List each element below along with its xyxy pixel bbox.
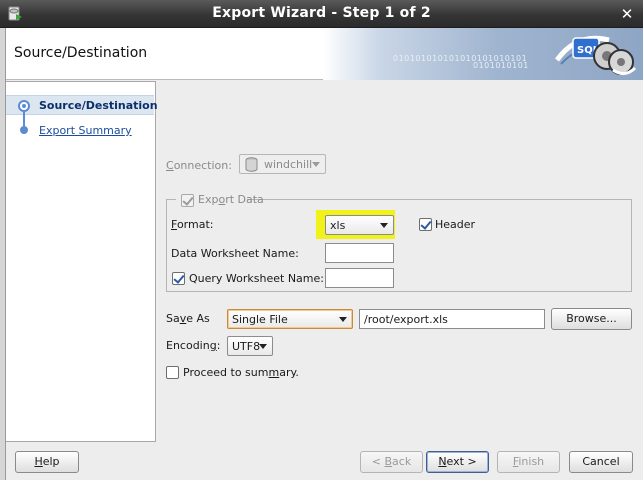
query-worksheet-checkbox[interactable]	[172, 272, 185, 285]
data-worksheet-input[interactable]	[325, 243, 394, 263]
export-data-group-title: Export Data	[176, 193, 264, 207]
window-title: Export Wizard - Step 1 of 2	[212, 5, 431, 21]
close-icon[interactable]: ✕	[619, 6, 635, 22]
save-as-dropdown[interactable]: Single File	[227, 309, 353, 329]
title-bar: Export Wizard - Step 1 of 2 ✕	[0, 0, 643, 28]
save-as-label: Save As	[166, 312, 210, 325]
format-value: xls	[330, 219, 346, 232]
file-path-input[interactable]: /root/export.xls	[359, 309, 545, 329]
save-as-value: Single File	[232, 313, 288, 326]
help-button[interactable]: Help	[15, 451, 79, 473]
connection-label: Connection:	[166, 159, 232, 172]
query-worksheet-label: Query Worksheet Name:	[189, 272, 324, 285]
back-button[interactable]: < Back	[360, 451, 423, 473]
nav-item-source-destination[interactable]: Source/Destination	[39, 99, 158, 112]
cancel-button[interactable]: Cancel	[569, 451, 633, 473]
data-worksheet-label: Data Worksheet Name:	[171, 247, 299, 260]
export-data-checkbox[interactable]	[181, 194, 194, 207]
step-icon	[20, 126, 28, 134]
encoding-value: UTF8	[232, 340, 261, 353]
proceed-checkbox[interactable]	[166, 366, 179, 379]
encoding-label: Encoding:	[166, 339, 221, 352]
database-icon	[245, 157, 258, 172]
database-export-icon: SQL	[554, 35, 637, 75]
format-label: Format:	[171, 218, 214, 231]
chevron-down-icon	[312, 162, 320, 167]
wizard-steps-nav: Source/Destination Export Summary	[6, 81, 158, 442]
chevron-down-icon	[339, 317, 347, 322]
header-label: Header	[435, 218, 476, 231]
export-data-label: Export Data	[198, 193, 264, 206]
format-dropdown[interactable]: xls	[325, 215, 394, 235]
wizard-header: Source/Destination 010101010101010101010…	[6, 28, 643, 80]
chevron-down-icon	[259, 344, 267, 349]
query-worksheet-input[interactable]	[325, 268, 394, 288]
connection-dropdown[interactable]: windchill	[239, 154, 326, 174]
page-title: Source/Destination	[14, 45, 148, 61]
step-connector	[23, 112, 25, 126]
finish-button[interactable]: Finish	[497, 451, 560, 473]
header-checkbox[interactable]	[419, 218, 432, 231]
current-step-icon	[18, 100, 30, 112]
header-banner: 010101010101010101010101 0101010101 SQL	[323, 28, 643, 80]
binary-text-2: 0101010101	[473, 61, 529, 70]
encoding-dropdown[interactable]: UTF8	[227, 336, 273, 356]
chevron-down-icon	[380, 223, 388, 228]
connection-value: windchill	[264, 158, 313, 171]
next-button[interactable]: Next >	[426, 451, 489, 473]
proceed-label: Proceed to summary.	[183, 366, 299, 379]
browse-button[interactable]: Browse...	[551, 308, 632, 330]
nav-item-export-summary[interactable]: Export Summary	[39, 124, 132, 137]
wizard-dialog: Source/Destination 010101010101010101010…	[6, 28, 643, 480]
